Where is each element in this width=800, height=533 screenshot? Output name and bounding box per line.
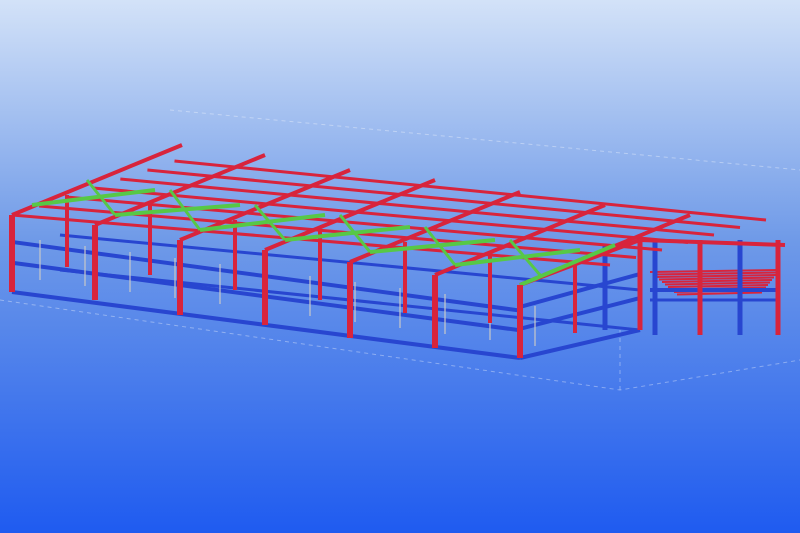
model-viewport[interactable] (0, 0, 800, 533)
steel-frame-3d-view[interactable] (0, 0, 800, 533)
